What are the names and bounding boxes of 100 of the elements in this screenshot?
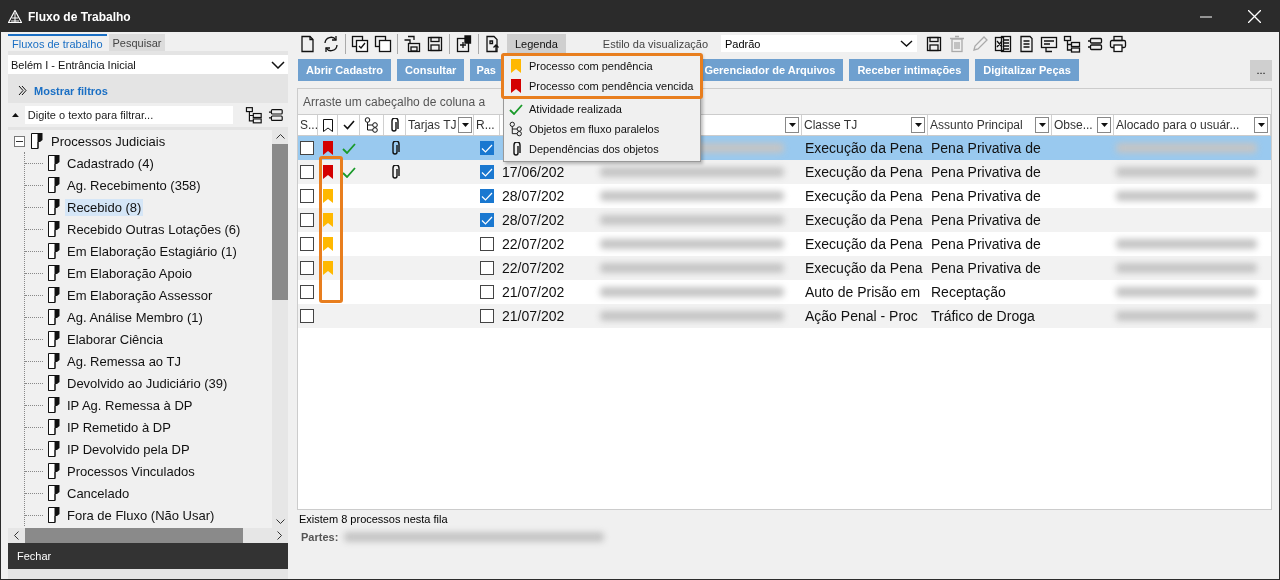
- table-cell: Pena Privativa de: [931, 212, 1041, 228]
- received-checkbox[interactable]: [480, 309, 494, 323]
- document-list-icon[interactable]: [1017, 34, 1035, 53]
- tree-item[interactable]: Fora de Fluxo (Não Usar): [65, 506, 217, 524]
- panel-tab[interactable]: Pesquisar: [108, 34, 166, 51]
- show-filters-link[interactable]: Mostrar filtros: [34, 84, 108, 97]
- new-document-icon[interactable]: [299, 34, 317, 53]
- copy-icon[interactable]: [374, 34, 392, 53]
- location-dropdown[interactable]: Belém I - Entrância Inicial: [8, 55, 288, 74]
- checklist-icon[interactable]: [351, 34, 369, 53]
- document-icon: [48, 199, 60, 215]
- close-button[interactable]: Fechar: [8, 543, 288, 569]
- filter-dropdown-button[interactable]: [1254, 117, 1268, 133]
- column-header[interactable]: Classe TJ: [804, 118, 858, 132]
- legend-button[interactable]: Legenda: [507, 33, 566, 54]
- tree-item[interactable]: Recebido (8): [65, 198, 144, 216]
- view-style-dropdown[interactable]: Padrão: [721, 35, 917, 52]
- row-checkbox[interactable]: [300, 189, 314, 203]
- received-checkbox[interactable]: [480, 189, 494, 203]
- caret-down-icon: [1038, 123, 1046, 127]
- filter-field[interactable]: Digite o texto para filtrar...: [24, 106, 233, 124]
- row-checkbox[interactable]: [300, 309, 314, 323]
- tree-item[interactable]: Em Elaboração Assessor: [65, 286, 215, 304]
- column-header[interactable]: S...: [298, 115, 318, 135]
- caret-down-icon: [788, 123, 796, 127]
- column-header[interactable]: R...: [474, 115, 500, 135]
- filter-dropdown-button[interactable]: [1097, 117, 1111, 133]
- chevron-left-icon[interactable]: [14, 531, 19, 540]
- collapse-toggle[interactable]: [14, 135, 25, 147]
- column-header[interactable]: Alocado para o usuár...: [1116, 118, 1240, 132]
- bookmark-icon: [322, 118, 333, 132]
- refresh-icon[interactable]: [322, 34, 340, 53]
- row-checkbox[interactable]: [300, 237, 314, 251]
- table-row[interactable]: 28/07/202 Execução da Pena Pena Privativa de: [298, 208, 1271, 232]
- document-icon: [48, 441, 60, 457]
- tree-item[interactable]: Cadastrado (4): [65, 154, 156, 172]
- tree-item[interactable]: Ag. Análise Membro (1): [65, 308, 205, 326]
- row-checkbox[interactable]: [300, 261, 314, 275]
- tree-item[interactable]: Em Elaboração Estagiário (1): [65, 242, 239, 260]
- save-icon[interactable]: [426, 34, 444, 53]
- table-row[interactable]: 22/07/202 Execução da Pena Pena Privativa de: [298, 256, 1271, 280]
- chevron-down-icon[interactable]: [275, 519, 285, 524]
- table-cell: Auto de Prisão em: [805, 284, 921, 300]
- tree-item[interactable]: Em Elaboração Apoio: [65, 264, 195, 282]
- printer-icon[interactable]: [1109, 34, 1127, 53]
- tree-item[interactable]: IP Devolvido pela DP: [65, 440, 192, 458]
- document-icon: [48, 353, 60, 369]
- tree-item[interactable]: Processos Judiciais: [49, 132, 168, 150]
- table-row[interactable]: 17/06/202 Execução da Pena Pena Privativa de: [298, 160, 1271, 184]
- column-header[interactable]: Obse...: [1054, 118, 1093, 132]
- received-checkbox[interactable]: [480, 141, 494, 155]
- filter-dropdown-button[interactable]: [458, 117, 473, 133]
- tree-item[interactable]: Recebido Outras Lotações (6): [65, 220, 243, 238]
- sort-up-icon[interactable]: [12, 113, 19, 117]
- filter-dropdown-button[interactable]: [911, 117, 925, 133]
- column-header[interactable]: Tarjas TJ: [408, 118, 457, 132]
- table-row[interactable]: 21/07/202 Ação Penal - Proc Tráfico de Droga: [298, 304, 1271, 328]
- caret-down-icon: [1257, 123, 1265, 127]
- chevron-right-icon[interactable]: [277, 531, 282, 540]
- received-checkbox[interactable]: [480, 165, 494, 179]
- row-checkbox[interactable]: [300, 285, 314, 299]
- tree-expand-icon[interactable]: [244, 106, 263, 124]
- chevron-up-icon[interactable]: [275, 134, 285, 139]
- save-copy-icon[interactable]: [403, 34, 421, 53]
- panel-tab[interactable]: Fluxos de trabalho: [8, 34, 107, 51]
- close-icon[interactable]: [1248, 10, 1261, 23]
- add-document-icon[interactable]: [455, 34, 473, 53]
- tree-item[interactable]: IP Ag. Remessa à DP: [65, 396, 195, 414]
- tree-icon[interactable]: [1063, 34, 1081, 53]
- legend-item[interactable]: Dependências dos objetos: [504, 139, 700, 159]
- tree-item[interactable]: Devolvido ao Judiciário (39): [65, 374, 230, 392]
- monitor-icon[interactable]: [1040, 34, 1058, 53]
- paperclip-icon: [390, 140, 400, 156]
- tree-item[interactable]: Ag. Recebimento (358): [65, 176, 203, 194]
- vertical-scrollbar[interactable]: [272, 130, 288, 528]
- row-checkbox[interactable]: [300, 213, 314, 227]
- save-icon[interactable]: [925, 34, 943, 53]
- received-checkbox[interactable]: [480, 285, 494, 299]
- filter-dropdown-button[interactable]: [1035, 117, 1049, 133]
- legend-item[interactable]: Atividade realizada: [504, 99, 700, 119]
- table-cell: Execução da Pena: [805, 188, 923, 204]
- column-header[interactable]: Assunto Principal: [930, 118, 1023, 132]
- tree-collapse-icon[interactable]: [268, 108, 284, 122]
- received-checkbox[interactable]: [480, 213, 494, 227]
- tree-item[interactable]: Elaborar Ciência: [65, 330, 166, 348]
- received-checkbox[interactable]: [480, 261, 494, 275]
- filter-dropdown-button[interactable]: [785, 117, 799, 133]
- tree-item[interactable]: Cancelado: [65, 484, 132, 502]
- more-button[interactable]: ...: [1250, 59, 1272, 81]
- received-checkbox[interactable]: [480, 237, 494, 251]
- table-cell: Execução da Pena: [805, 260, 923, 276]
- minimize-icon[interactable]: [1200, 15, 1212, 18]
- legend-item[interactable]: Objetos em fluxo paralelos: [504, 119, 700, 139]
- tree-item[interactable]: Processos Vinculados: [65, 462, 197, 480]
- tree-item[interactable]: IP Remetido à DP: [65, 418, 173, 436]
- tree-item[interactable]: Ag. Remessa ao TJ: [65, 352, 183, 370]
- spreadsheet-icon[interactable]: [994, 34, 1012, 53]
- row-checkbox[interactable]: [300, 141, 314, 155]
- document-icon: [48, 309, 60, 325]
- row-checkbox[interactable]: [300, 165, 314, 179]
